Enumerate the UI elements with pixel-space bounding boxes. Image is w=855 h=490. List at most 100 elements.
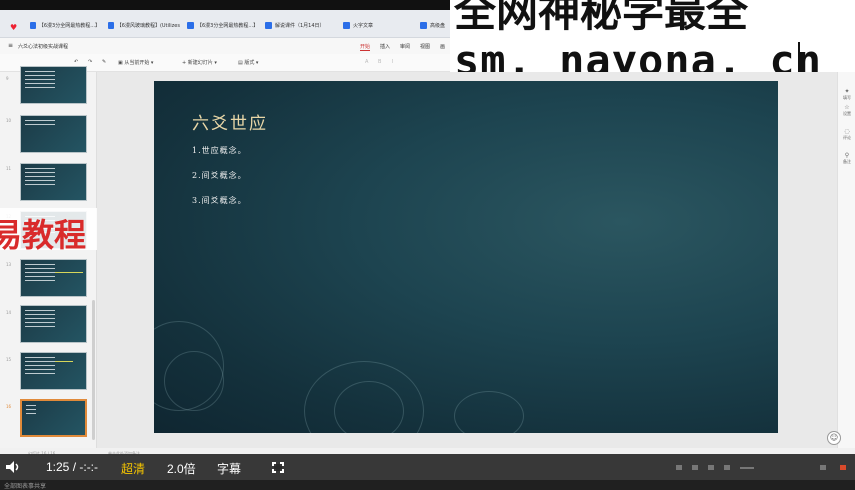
sidebar-label: 设置: [843, 111, 851, 116]
volume-icon[interactable]: [6, 461, 20, 473]
slide-thumbnail[interactable]: [20, 66, 87, 104]
slide-thumbnails-panel: 9 10 11 12 13 14 15 16: [0, 66, 97, 448]
playback-time: 1:25 / -:-:-: [46, 460, 99, 474]
browser-tab[interactable]: 【6漫3分全网最热教程...】: [30, 18, 100, 32]
tab-favicon-icon: [30, 21, 36, 29]
thumbnail-number: 11: [6, 166, 12, 171]
tab-label: 高级盘: [430, 22, 446, 29]
sidebar-label: 评论: [843, 135, 851, 140]
right-sidebar: ✦ 填写 ☆ 设置 ◌ 评论 ⚲ 备注: [837, 72, 855, 448]
assistant-icon[interactable]: ☺: [827, 431, 841, 445]
thumbnail-number: 9: [6, 76, 9, 81]
thumbnail-number: 15: [6, 357, 12, 362]
notes-icon: ⚲: [844, 152, 850, 159]
slide-thumbnail[interactable]: [20, 115, 87, 153]
thumbnail-text-lines: [26, 405, 36, 415]
browser-tab[interactable]: 高级盘: [420, 18, 448, 32]
from-current-button[interactable]: ▣ 从当前开始 ▾: [118, 59, 153, 66]
thumbnail-text-lines: [25, 264, 55, 284]
sidebar-notes-button[interactable]: ⚲ 备注: [841, 152, 853, 165]
screen: ♥ 【6漫3分全网最热教程...】 【6漫风玻璃教程】(Utilizes 【6漫…: [0, 0, 855, 490]
wps-logo-icon[interactable]: ♥: [10, 24, 19, 32]
sidebar-fill-button[interactable]: ✦ 填写: [841, 88, 853, 101]
play-slideshow-icon[interactable]: [724, 465, 730, 470]
tab-home[interactable]: 开始: [360, 43, 371, 51]
thumbnails-scrollbar[interactable]: [92, 300, 95, 440]
thumbnail-text-lines: [25, 120, 55, 126]
redo-icon[interactable]: ↷: [88, 59, 92, 65]
tab-favicon-icon: [108, 21, 114, 29]
format-painter-icon[interactable]: ✎: [102, 59, 106, 65]
thumbnail-number: 13: [6, 262, 12, 267]
subtitle-button[interactable]: 字幕: [217, 460, 241, 477]
slide-title: 六爻世应: [192, 114, 268, 134]
tab-favicon-icon: [420, 21, 427, 29]
sidebar-comment-button[interactable]: ◌ 评论: [841, 128, 853, 141]
slide-thumbnail[interactable]: [20, 259, 87, 297]
view-normal-icon[interactable]: [676, 465, 682, 470]
red-banner-overlay: 易教程: [0, 208, 112, 254]
slide-thumbnail[interactable]: [20, 163, 87, 201]
slide-bullet: 3.间爻概念。: [192, 196, 247, 205]
red-banner-text: 易教程: [0, 216, 87, 254]
slide-bullet: 2.间爻概念。: [192, 171, 247, 180]
tab-draw[interactable]: 画: [440, 43, 445, 50]
slide-thumbnail[interactable]: [20, 352, 87, 390]
star-icon: ☆: [844, 104, 850, 111]
peony-decoration: [334, 381, 404, 433]
slide-thumbnail[interactable]: [20, 305, 87, 343]
tab-favicon-icon: [187, 21, 194, 29]
slide-bullet: 1.世应概念。: [192, 146, 247, 155]
tab-label: 火字文章: [353, 22, 374, 29]
tab-label: 【6漫3分全网最热教程...】: [197, 22, 259, 29]
quality-button[interactable]: 超清: [121, 460, 145, 477]
font-size-increase-icon[interactable]: A: [365, 59, 368, 65]
thumbnail-highlight: [55, 272, 83, 273]
browser-tab[interactable]: 【6漫3分全网最热教程...】: [187, 18, 259, 32]
video-player-controls: 1:25 / -:-:- 超清 2.0倍 字幕: [0, 454, 855, 480]
new-slide-button[interactable]: + 新建幻灯片 ▾: [182, 59, 217, 66]
view-reading-icon[interactable]: [708, 465, 714, 470]
document-title: 六爻心法初级实战课程: [18, 44, 69, 50]
thumbnail-text-lines: [25, 71, 55, 91]
browser-tab[interactable]: 火字文章: [343, 18, 413, 32]
peony-decoration: [164, 351, 224, 411]
tab-insert[interactable]: 插入: [380, 43, 390, 50]
undo-icon[interactable]: ↶: [74, 59, 78, 65]
layout-label: 版式: [244, 60, 255, 66]
tab-label: 【6漫3分全网最热教程...】: [38, 22, 100, 29]
fullscreen-icon[interactable]: [272, 462, 284, 473]
new-slide-label: 新建幻灯片: [187, 60, 213, 66]
thumbnail-text-lines: [25, 168, 55, 188]
tab-view[interactable]: 视图: [420, 43, 430, 50]
tab-favicon-icon: [265, 21, 272, 29]
tab-review[interactable]: 审阅: [400, 43, 410, 50]
thumbnail-number: 16: [6, 404, 12, 409]
current-slide[interactable]: 六爻世应 1.世应概念。 2.间爻概念。 3.间爻概念。: [154, 81, 778, 433]
peony-decoration: [454, 391, 524, 433]
footer-text: 全部图表事共享: [4, 483, 47, 490]
speed-button[interactable]: 2.0倍: [167, 460, 196, 477]
zoom-out-icon[interactable]: [820, 465, 826, 470]
view-sorter-icon[interactable]: [692, 465, 698, 470]
bold-icon[interactable]: B: [378, 59, 381, 65]
browser-tab[interactable]: 解说课件（1月14日）: [265, 18, 335, 32]
fit-window-icon[interactable]: [840, 465, 846, 470]
thumbnail-highlight: [55, 361, 73, 362]
comment-icon: ◌: [844, 128, 850, 135]
thumbnail-text-lines: [25, 310, 55, 330]
sidebar-label: 备注: [843, 159, 851, 164]
tab-label: 【6漫风玻璃教程】(Utilizes: [116, 22, 180, 29]
zoom-slider[interactable]: [740, 467, 754, 469]
slide-thumbnail-selected[interactable]: [20, 399, 87, 437]
watermark-line-1: 全网神秘学最全: [454, 0, 749, 36]
layout-button[interactable]: ▤ 版式 ▾: [238, 59, 258, 66]
fill-icon: ✦: [844, 88, 850, 95]
slide-canvas: 六爻世应 1.世应概念。 2.间爻概念。 3.间爻概念。: [97, 72, 837, 448]
italic-icon[interactable]: I: [392, 59, 393, 65]
browser-tab[interactable]: 【6漫风玻璃教程】(Utilizes: [108, 18, 180, 32]
sidebar-settings-button[interactable]: ☆ 设置: [841, 104, 853, 117]
tab-label: 解说课件（1月14日）: [275, 22, 325, 29]
thumbnail-number: 10: [6, 118, 12, 123]
menu-icon[interactable]: ≡: [8, 42, 13, 49]
